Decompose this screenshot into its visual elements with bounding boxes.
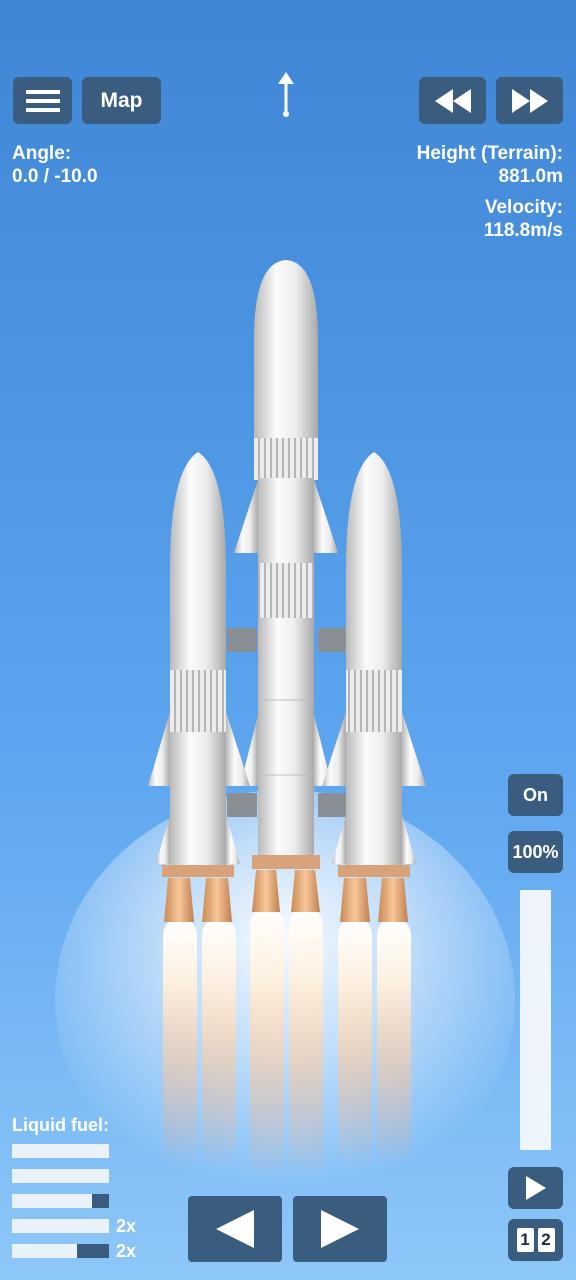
rotate-left-button[interactable] [188,1196,282,1262]
rocket-scene [55,260,515,1210]
throttle-percent-button[interactable]: 100% [508,831,563,873]
fuel-tank-bar [12,1169,109,1183]
fuel-tank-bar [12,1244,109,1258]
throttle-fill [520,890,551,1150]
throttle-slider[interactable] [520,890,551,1150]
view-2-label: 2 [537,1228,555,1252]
fuel-tank-fill [77,1244,109,1258]
fuel-label: Liquid fuel: [12,1115,109,1135]
fuel-tank-bar [12,1194,109,1208]
play-icon [525,1176,546,1200]
view-1-label: 1 [516,1228,534,1252]
rotate-right-button[interactable] [293,1196,387,1262]
stage-button[interactable] [508,1167,563,1209]
left-triangle-icon [216,1210,254,1248]
view-toggle-button[interactable]: 1 2 [508,1219,563,1261]
right-triangle-icon [321,1210,359,1248]
fuel-tank-bar [12,1144,109,1158]
fuel-multiplier: 2x [116,1241,137,1261]
engine-toggle-button[interactable]: On [508,774,563,816]
fuel-multiplier: 2x [116,1216,137,1236]
right-booster [322,452,426,922]
fuel-tank-fill [91,1194,109,1208]
fuel-tank-bar [12,1219,109,1233]
left-booster [148,452,250,922]
